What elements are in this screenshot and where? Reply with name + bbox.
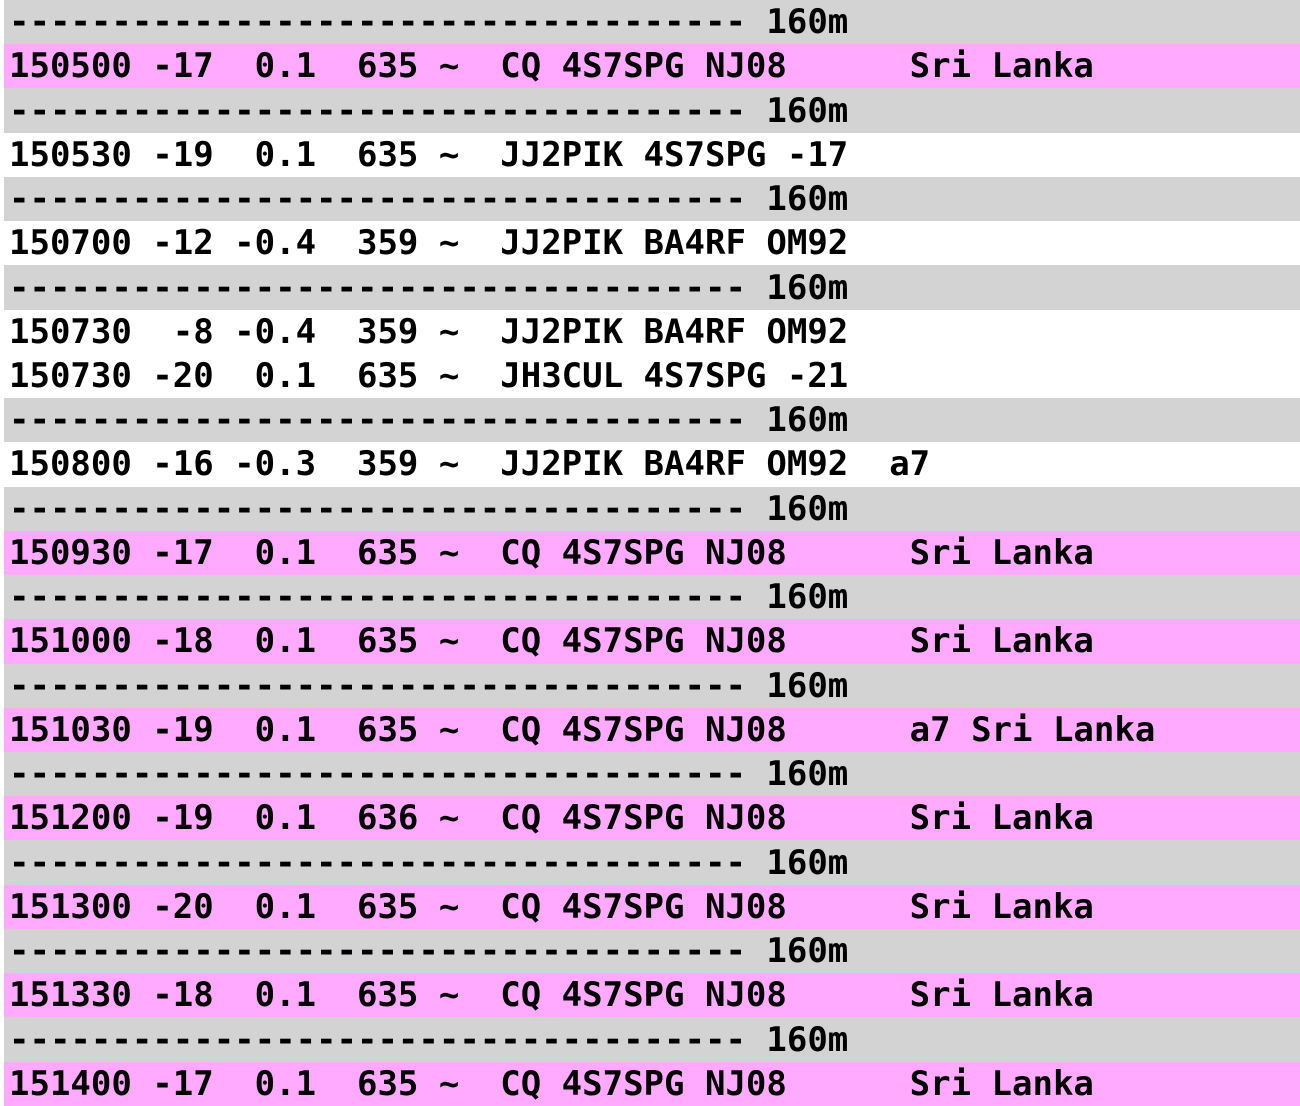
decode-text: 150700 -12 -0.4 359 ~ JJ2PIK BA4RF OM92 [9,223,849,264]
decode-row[interactable]: 151300 -20 0.1 635 ~ CQ 4S7SPG NJ08 Sri … [4,884,1300,929]
decode-row[interactable]: 151330 -18 0.1 635 ~ CQ 4S7SPG NJ08 Sri … [4,973,1300,1018]
band-separator-row: ------------------------------------ 160… [4,663,1300,708]
band-separator-row: ------------------------------------ 160… [4,398,1300,443]
separator-text: ------------------------------------ 160… [9,665,849,706]
separator-text: ------------------------------------ 160… [9,90,849,131]
decode-row[interactable]: 150530 -19 0.1 635 ~ JJ2PIK 4S7SPG -17 [4,132,1300,177]
band-separator-row: ------------------------------------ 160… [4,1017,1300,1062]
band-separator-row: ------------------------------------ 160… [4,575,1300,620]
band-separator-row: ------------------------------------ 160… [4,176,1300,222]
decode-text: 150500 -17 0.1 635 ~ CQ 4S7SPG NJ08 Sri … [9,46,1094,87]
decode-text: 151200 -19 0.1 636 ~ CQ 4S7SPG NJ08 Sri … [9,798,1094,839]
separator-text: ------------------------------------ 160… [9,267,849,308]
band-separator-row: ------------------------------------ 160… [4,486,1300,531]
decode-text: 150730 -20 0.1 635 ~ JH3CUL 4S7SPG -21 [9,355,849,396]
band-separator-row: ------------------------------------ 160… [4,265,1300,310]
separator-text: ------------------------------------ 160… [9,400,849,441]
separator-text: ------------------------------------ 160… [9,179,849,220]
decode-row[interactable]: 151000 -18 0.1 635 ~ CQ 4S7SPG NJ08 Sri … [4,619,1300,664]
decode-text: 150930 -17 0.1 635 ~ CQ 4S7SPG NJ08 Sri … [9,532,1094,573]
band-separator-row: ------------------------------------ 160… [4,751,1300,797]
decode-text: 150530 -19 0.1 635 ~ JJ2PIK 4S7SPG -17 [9,134,849,175]
decode-row[interactable]: 150730 -20 0.1 635 ~ JH3CUL 4S7SPG -21 [4,353,1300,399]
separator-text: ------------------------------------ 160… [9,931,849,972]
decode-text: 150730 -8 -0.4 359 ~ JJ2PIK BA4RF OM92 [9,311,849,352]
decode-row[interactable]: 151400 -17 0.1 635 ~ CQ 4S7SPG NJ08 Sri … [4,1061,1300,1106]
band-separator-row: ------------------------------------ 160… [4,928,1300,974]
decode-row[interactable]: 151200 -19 0.1 636 ~ CQ 4S7SPG NJ08 Sri … [4,796,1300,841]
decode-row[interactable]: 150500 -17 0.1 635 ~ CQ 4S7SPG NJ08 Sri … [4,44,1300,89]
separator-text: ------------------------------------ 160… [9,842,849,883]
decode-text: 151300 -20 0.1 635 ~ CQ 4S7SPG NJ08 Sri … [9,886,1094,927]
separator-text: ------------------------------------ 160… [9,1019,849,1060]
band-separator-row: ------------------------------------ 160… [4,840,1300,885]
decode-row[interactable]: 150930 -17 0.1 635 ~ CQ 4S7SPG NJ08 Sri … [4,530,1300,576]
decode-row[interactable]: 150800 -16 -0.3 359 ~ JJ2PIK BA4RF OM92 … [4,442,1300,487]
decode-text: 151000 -18 0.1 635 ~ CQ 4S7SPG NJ08 Sri … [9,621,1094,662]
band-separator-row: ------------------------------------ 160… [4,88,1300,133]
decode-text: 150800 -16 -0.3 359 ~ JJ2PIK BA4RF OM92 … [9,444,931,485]
decode-text: 151030 -19 0.1 635 ~ CQ 4S7SPG NJ08 a7 S… [9,709,1156,750]
separator-text: ------------------------------------ 160… [9,2,849,43]
separator-text: ------------------------------------ 160… [9,577,849,618]
band-separator-row: ------------------------------------ 160… [4,0,1300,45]
decode-row[interactable]: 150730 -8 -0.4 359 ~ JJ2PIK BA4RF OM92 [4,309,1300,354]
decode-text: 151330 -18 0.1 635 ~ CQ 4S7SPG NJ08 Sri … [9,975,1094,1016]
decode-row[interactable]: 151030 -19 0.1 635 ~ CQ 4S7SPG NJ08 a7 S… [4,707,1300,752]
separator-text: ------------------------------------ 160… [9,754,849,795]
decode-text: 151400 -17 0.1 635 ~ CQ 4S7SPG NJ08 Sri … [9,1063,1094,1104]
band-activity-pane: ------------------------------------ 160… [4,0,1300,1106]
decode-row[interactable]: 150700 -12 -0.4 359 ~ JJ2PIK BA4RF OM92 [4,221,1300,266]
separator-text: ------------------------------------ 160… [9,488,849,529]
